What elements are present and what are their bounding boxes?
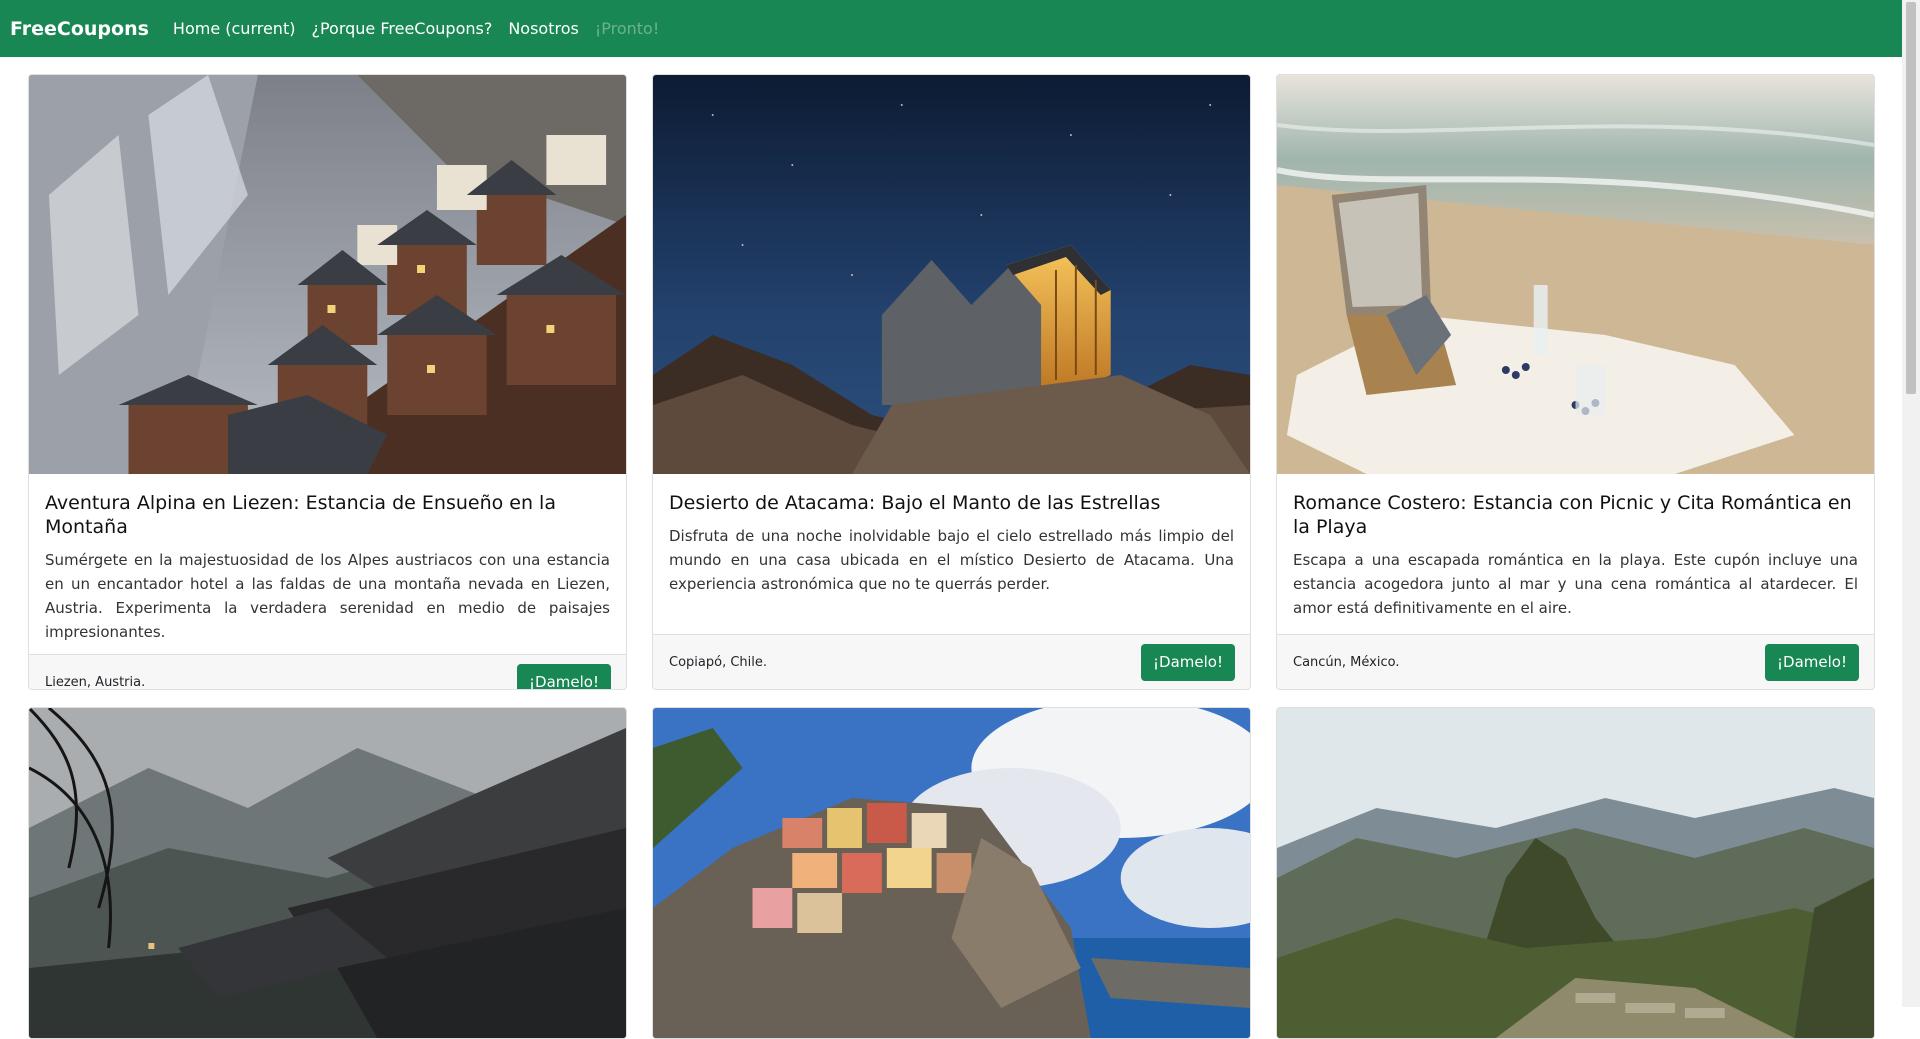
coupon-grid: Aventura Alpina en Liezen: Estancia de E… — [28, 74, 1876, 1039]
brand-logo[interactable]: FreeCoupons — [10, 18, 149, 40]
coupon-card — [652, 707, 1251, 1039]
coupon-card — [1276, 707, 1875, 1039]
card-description: Escapa a una escapada romántica en la pl… — [1293, 551, 1858, 617]
get-coupon-button[interactable]: ¡Damelo! — [1141, 643, 1235, 681]
coupon-card: Aventura Alpina en Liezen: Estancia de E… — [28, 74, 627, 690]
card-image-alpine-village — [29, 75, 626, 474]
card-image-desert-cabin — [653, 75, 1250, 474]
coupon-card — [28, 707, 627, 1039]
nav-home[interactable]: Home (current) — [173, 19, 296, 38]
card-location: Liezen, Austria. — [45, 674, 146, 690]
nav-coming-soon: ¡Pronto! — [594, 19, 660, 38]
card-image-coastal-village — [653, 708, 1250, 1038]
card-footer: Cancún, México. ¡Damelo! — [1277, 634, 1874, 689]
card-body: Desierto de Atacama: Bajo el Manto de la… — [653, 474, 1250, 634]
card-title: Desierto de Atacama: Bajo el Manto de la… — [669, 492, 1161, 514]
page-scrollbar[interactable] — [1902, 0, 1920, 1007]
card-title: Aventura Alpina en Liezen: Estancia de E… — [45, 492, 556, 538]
card-image-beach-picnic — [1277, 75, 1874, 474]
scrollbar-thumb[interactable] — [1906, 2, 1916, 394]
card-body: Aventura Alpina en Liezen: Estancia de E… — [29, 474, 626, 654]
card-image-japanese-roofs — [29, 708, 626, 1038]
top-navbar: FreeCoupons Home (current) ¿Porque FreeC… — [0, 0, 1902, 57]
get-coupon-button[interactable]: ¡Damelo! — [517, 663, 611, 689]
nav-why[interactable]: ¿Porque FreeCoupons? — [311, 19, 492, 38]
card-description: Sumérgete en la majestuosidad de los Alp… — [45, 551, 610, 641]
card-title: Romance Costero: Estancia con Picnic y C… — [1293, 492, 1852, 538]
coupon-card: Romance Costero: Estancia con Picnic y C… — [1276, 74, 1875, 690]
card-body: Romance Costero: Estancia con Picnic y C… — [1277, 474, 1874, 634]
nav-about[interactable]: Nosotros — [508, 19, 579, 38]
card-footer: Copiapó, Chile. ¡Damelo! — [653, 634, 1250, 689]
card-location: Copiapó, Chile. — [669, 654, 768, 670]
card-location: Cancún, México. — [1293, 654, 1400, 670]
coupon-card: Desierto de Atacama: Bajo el Manto de la… — [652, 74, 1251, 690]
card-description: Disfruta de una noche inolvidable bajo e… — [669, 527, 1234, 593]
card-footer: Liezen, Austria. ¡Damelo! — [29, 654, 626, 690]
card-image-machu-picchu — [1277, 708, 1874, 1038]
get-coupon-button[interactable]: ¡Damelo! — [1765, 643, 1859, 681]
